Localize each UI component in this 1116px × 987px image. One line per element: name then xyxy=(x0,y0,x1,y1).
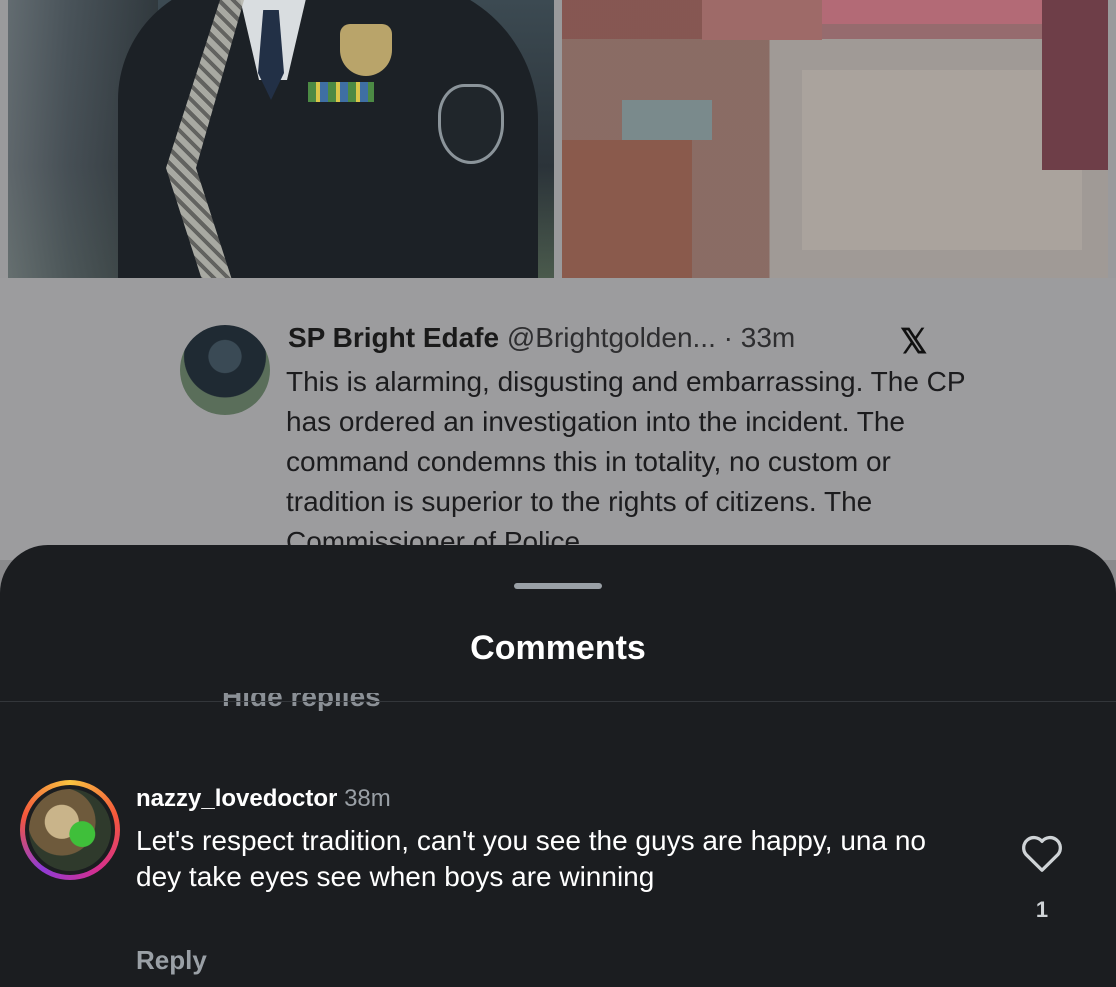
tweet-author-name[interactable]: SP Bright Edafe xyxy=(288,322,499,353)
officer-photo[interactable] xyxy=(8,0,554,278)
comment-header: nazzy_lovedoctor 38m xyxy=(136,785,391,813)
sheet-drag-handle[interactable] xyxy=(514,583,602,589)
like-count: 1 xyxy=(1035,897,1049,922)
avatar-inner-ring xyxy=(25,785,115,875)
x-logo-icon: 𝕏 xyxy=(900,323,928,361)
comment-avatar[interactable] xyxy=(20,780,120,880)
pixelated-photo[interactable] xyxy=(562,0,1108,278)
shoulder-patch xyxy=(438,84,504,164)
hide-replies-link[interactable]: Hide replies xyxy=(222,693,381,711)
comment-username[interactable]: nazzy_lovedoctor xyxy=(136,785,337,812)
police-badge xyxy=(340,24,392,76)
background-post: SP Bright Edafe @Brightgolden... · 33m 𝕏… xyxy=(0,0,1116,560)
tweet-text: This is alarming, disgusting and embarra… xyxy=(286,366,966,548)
tweet-time: 33m xyxy=(740,322,796,353)
avatar-image xyxy=(29,789,111,871)
sheet-title: Comments xyxy=(470,629,646,667)
comments-sheet: Comments Hide replies nazzy_lovedoctor 3… xyxy=(0,545,1116,987)
tweet-separator: · xyxy=(715,322,741,353)
tweet-author-handle: @Brightgolden... xyxy=(506,322,716,353)
tweet-header: SP Bright Edafe @Brightgolden... · 33m xyxy=(288,322,795,354)
reply-button[interactable]: Reply xyxy=(136,945,207,976)
comment-time: 38m xyxy=(344,785,391,812)
comment-text: Let's respect tradition, can't you see t… xyxy=(136,825,927,892)
tweet-avatar[interactable] xyxy=(180,325,270,415)
medal-ribbons xyxy=(308,82,374,102)
header-divider xyxy=(0,701,1116,702)
heart-icon[interactable] xyxy=(1020,833,1064,873)
